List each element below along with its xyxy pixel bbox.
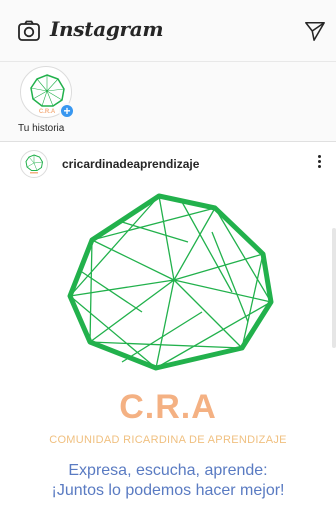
direct-send-icon[interactable] [304,20,326,42]
post-avatar[interactable] [20,150,48,178]
post-acronym: C.R.A [119,388,217,426]
top-bar: Instagram [0,0,336,62]
story-label: Tu historia [18,123,65,134]
post-header: cricardinadeaprendizaje [0,142,336,188]
story-item-own[interactable]: C.R.A + Tu historia [18,66,76,134]
app-title: Instagram [50,17,164,41]
more-options-icon[interactable] [316,153,322,173]
stories-tray: C.R.A + Tu historia [0,62,336,142]
cra-logo-icon [67,193,274,371]
post-organization: COMUNIDAD RICARDINA DE APRENDIZAJE [49,434,287,446]
post-tagline-line2: ¡Juntos lo podemos hacer mejor! [51,482,285,499]
cra-logo-icon [25,154,44,174]
post-image[interactable]: C.R.A COMUNIDAD RICARDINA DE APRENDIZAJE… [0,188,336,512]
logo-acronym: C.R.A [39,109,56,115]
add-story-icon[interactable]: + [59,103,75,119]
post-username[interactable]: cricardinadeaprendizaje [62,157,199,171]
camera-icon[interactable] [17,19,41,43]
avatar[interactable]: C.R.A + [20,66,75,119]
post-tagline-line1: Expresa, escucha, aprende: [68,462,268,479]
scrollbar[interactable] [332,228,336,348]
